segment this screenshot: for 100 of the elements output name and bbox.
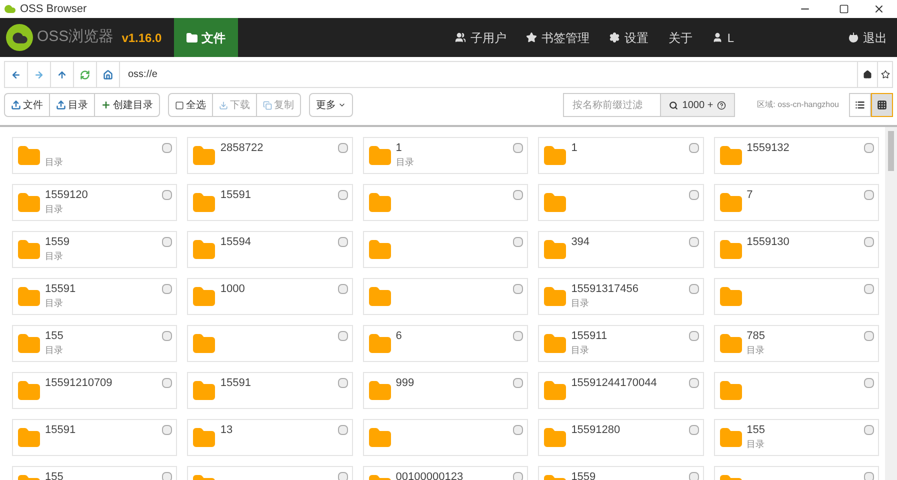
- checkbox[interactable]: [688, 331, 699, 341]
- checkbox[interactable]: [688, 425, 699, 435]
- checkbox[interactable]: [688, 143, 699, 153]
- checkbox[interactable]: [864, 472, 874, 480]
- folder-card[interactable]: 1 目录: [362, 137, 528, 174]
- checkbox[interactable]: [864, 284, 874, 294]
- folder-card[interactable]: 999: [362, 372, 528, 409]
- folder-card[interactable]: 1: [538, 137, 704, 174]
- checkbox[interactable]: [162, 284, 172, 294]
- checkbox[interactable]: [864, 190, 874, 200]
- menu-item[interactable]: 关于: [658, 28, 702, 46]
- folder-card[interactable]: 15591 目录: [12, 278, 178, 315]
- menu-item[interactable]: L: [702, 28, 838, 46]
- folder-card[interactable]: 2858722: [187, 137, 353, 174]
- folder-card[interactable]: 15591280: [538, 419, 704, 456]
- folder-card[interactable]: [187, 325, 353, 362]
- checkbox[interactable]: [513, 190, 524, 200]
- checkbox[interactable]: [513, 378, 524, 388]
- checkbox[interactable]: [513, 425, 524, 435]
- checkbox[interactable]: [162, 331, 172, 341]
- more-button[interactable]: 更多: [309, 93, 353, 117]
- folder-card[interactable]: 1559120 目录: [12, 184, 178, 221]
- folder-card[interactable]: 155 目录: [714, 419, 879, 456]
- folder-card[interactable]: 1559: [538, 466, 704, 480]
- folder-card[interactable]: 155911 目录: [538, 325, 704, 362]
- menu-item[interactable]: 设置: [599, 28, 658, 46]
- folder-card[interactable]: 155: [12, 466, 178, 480]
- folder-card[interactable]: 7: [714, 184, 879, 221]
- checkbox[interactable]: [338, 425, 348, 435]
- folder-card[interactable]: [714, 372, 879, 409]
- address-field[interactable]: oss://e: [120, 61, 857, 88]
- checkbox[interactable]: [513, 143, 524, 153]
- folder-card[interactable]: 15591210709: [12, 372, 178, 409]
- folder-card[interactable]: [362, 231, 528, 268]
- checkbox[interactable]: [688, 284, 699, 294]
- refresh-button[interactable]: [74, 61, 97, 88]
- checkbox[interactable]: [162, 237, 172, 247]
- checkbox[interactable]: [162, 378, 172, 388]
- scrollbar[interactable]: [885, 127, 897, 480]
- checkbox[interactable]: [162, 143, 172, 153]
- folder-card[interactable]: 目录: [12, 137, 178, 174]
- checkbox[interactable]: [338, 378, 348, 388]
- checkbox[interactable]: [864, 237, 874, 247]
- checkbox[interactable]: [162, 190, 172, 200]
- folder-card[interactable]: 15594: [187, 231, 353, 268]
- folder-card[interactable]: 6: [362, 325, 528, 362]
- folder-card[interactable]: 13: [187, 419, 353, 456]
- forward-button[interactable]: [28, 61, 51, 88]
- toolbar-button[interactable]: 全选: [169, 94, 213, 116]
- folder-card[interactable]: 155 目录: [12, 325, 178, 362]
- checkbox[interactable]: [688, 190, 699, 200]
- checkbox[interactable]: [688, 237, 699, 247]
- checkbox[interactable]: [864, 378, 874, 388]
- menu-item[interactable]: 退出: [838, 28, 897, 46]
- folder-card[interactable]: 785 目录: [714, 325, 879, 362]
- folder-card[interactable]: 15591: [12, 419, 178, 456]
- checkbox[interactable]: [338, 143, 348, 153]
- search-button[interactable]: 1000 +: [661, 93, 736, 117]
- checkbox[interactable]: [338, 284, 348, 294]
- checkbox[interactable]: [338, 237, 348, 247]
- toolbar-button[interactable]: 目录: [50, 94, 95, 116]
- folder-card[interactable]: 1000: [187, 278, 353, 315]
- maximize-icon[interactable]: [839, 4, 849, 14]
- folder-card[interactable]: 1559130: [714, 231, 879, 268]
- menu-item[interactable]: 书签管理: [516, 28, 600, 46]
- list-view-button[interactable]: [849, 93, 871, 117]
- folder-card[interactable]: [538, 184, 704, 221]
- up-button[interactable]: [51, 61, 74, 88]
- toolbar-button[interactable]: 创建目录: [95, 94, 159, 116]
- close-icon[interactable]: [873, 3, 885, 15]
- checkbox[interactable]: [513, 472, 524, 480]
- checkbox[interactable]: [513, 237, 524, 247]
- folder-card[interactable]: [362, 184, 528, 221]
- checkbox[interactable]: [513, 284, 524, 294]
- grid-view-button[interactable]: [871, 93, 893, 117]
- home-button[interactable]: [857, 61, 877, 88]
- folder-card[interactable]: 1559 目录: [12, 231, 178, 268]
- checkbox[interactable]: [162, 472, 172, 480]
- folder-card[interactable]: 15591: [187, 184, 353, 221]
- menu-item[interactable]: 子用户: [445, 28, 516, 46]
- checkbox[interactable]: [338, 190, 348, 200]
- folder-card[interactable]: [362, 278, 528, 315]
- checkbox[interactable]: [162, 425, 172, 435]
- checkbox[interactable]: [864, 143, 874, 153]
- checkbox[interactable]: [338, 331, 348, 341]
- folder-card[interactable]: 15591244170044: [538, 372, 704, 409]
- filter-field[interactable]: 按名称前缀过滤: [563, 93, 662, 117]
- folder-card[interactable]: 00100000123: [362, 466, 528, 480]
- folder-card[interactable]: 15591317456 目录: [538, 278, 704, 315]
- folder-card[interactable]: 1559132: [714, 137, 879, 174]
- bookmark-button[interactable]: [877, 61, 893, 88]
- checkbox[interactable]: [688, 378, 699, 388]
- checkbox[interactable]: [688, 472, 699, 480]
- checkbox[interactable]: [864, 425, 874, 435]
- folder-card[interactable]: [714, 278, 879, 315]
- folder-card[interactable]: 15591: [187, 372, 353, 409]
- checkbox[interactable]: [338, 472, 348, 480]
- checkbox[interactable]: [864, 331, 874, 341]
- back-button[interactable]: [5, 61, 28, 88]
- checkbox[interactable]: [513, 331, 524, 341]
